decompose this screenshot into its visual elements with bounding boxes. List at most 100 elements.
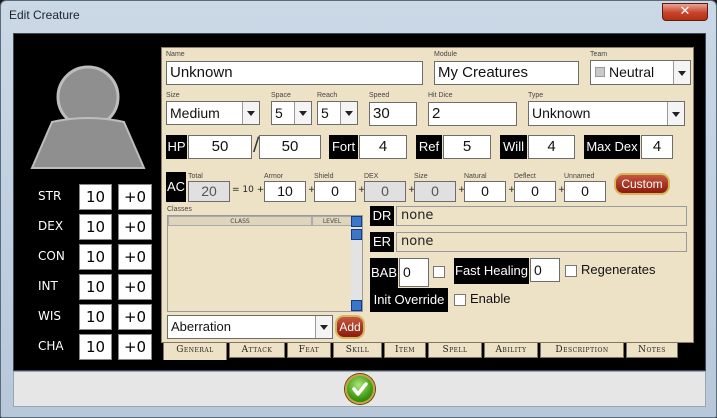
chevron-down-icon xyxy=(340,102,357,124)
size-ac-label: Size xyxy=(414,173,428,180)
deflect-label: Deflect xyxy=(514,173,536,180)
stat-row-str: STR 10 +0 xyxy=(28,184,154,210)
close-button[interactable]: ✕ xyxy=(662,3,708,21)
cha-value-field[interactable]: 10 xyxy=(79,334,112,360)
reach-select[interactable]: 5 xyxy=(317,101,358,125)
space-select[interactable]: 5 xyxy=(271,101,312,125)
name-label: Name xyxy=(166,51,185,58)
str-modifier: +0 xyxy=(118,184,152,210)
natural-input[interactable]: 0 xyxy=(464,181,506,202)
stat-name: INT xyxy=(38,279,58,293)
stat-row-cha: CHA 10 +0 xyxy=(28,334,154,360)
chevron-down-icon xyxy=(667,102,684,125)
er-value[interactable]: none xyxy=(396,232,687,252)
stat-row-dex: DEX 10 +0 xyxy=(28,214,154,240)
tab-skill[interactable]: Skill xyxy=(333,342,382,358)
unnamed-label: Unnamed xyxy=(564,173,595,180)
str-value-field[interactable]: 10 xyxy=(79,184,112,210)
ac-total-value: 20 xyxy=(188,181,230,202)
bab-label: BAB xyxy=(370,258,398,288)
space-label: Space xyxy=(271,92,291,99)
type-select[interactable]: Unknown xyxy=(528,101,685,126)
con-modifier: +0 xyxy=(118,244,152,270)
fort-input[interactable]: 4 xyxy=(359,135,407,159)
classes-scrollbar[interactable] xyxy=(351,216,362,311)
reach-label: Reach xyxy=(317,92,338,99)
close-icon: ✕ xyxy=(679,4,691,19)
edit-creature-window: Edit Creature ✕ STR 10 +0 DEX 10 +0 CON … xyxy=(0,0,717,418)
custom-ac-button[interactable]: Custom xyxy=(614,173,670,195)
will-input[interactable]: 4 xyxy=(528,135,575,159)
ok-button[interactable] xyxy=(345,374,375,404)
tab-item[interactable]: Item xyxy=(384,342,426,358)
cha-modifier: +0 xyxy=(118,334,152,360)
hitdice-input[interactable]: 2 xyxy=(428,102,517,126)
class-column-header[interactable]: CLASS xyxy=(168,216,312,226)
con-value-field[interactable]: 10 xyxy=(79,244,112,270)
size-select[interactable]: Medium xyxy=(166,101,260,125)
armor-input[interactable]: 10 xyxy=(264,181,306,202)
dr-value[interactable]: none xyxy=(396,206,687,226)
int-value-field[interactable]: 10 xyxy=(79,274,112,300)
name-input[interactable]: Unknown xyxy=(166,61,423,85)
team-color-swatch xyxy=(595,67,605,77)
enable-label: Enable xyxy=(470,291,511,306)
stat-row-con: CON 10 +0 xyxy=(28,244,154,270)
scroll-up-icon[interactable] xyxy=(351,216,362,227)
tab-bar: General Attack Feat Skill Item Spell Abi… xyxy=(163,342,703,360)
unnamed-input[interactable]: 0 xyxy=(564,181,606,202)
team-select[interactable]: Neutral xyxy=(590,60,691,85)
tab-general[interactable]: General xyxy=(163,342,227,360)
wis-value-field[interactable]: 10 xyxy=(79,304,112,330)
size-label: Size xyxy=(166,92,180,99)
add-class-button[interactable]: Add xyxy=(335,315,365,339)
module-input[interactable]: My Creatures xyxy=(434,61,579,85)
title-bar[interactable]: Edit Creature ✕ xyxy=(1,1,716,31)
tab-attack[interactable]: Attack xyxy=(229,342,285,358)
type-label: Type xyxy=(528,92,544,99)
module-label: Module xyxy=(434,51,457,58)
regenerates-checkbox[interactable] xyxy=(565,265,577,277)
dex-modifier: +0 xyxy=(118,214,152,240)
fast-healing-input[interactable]: 0 xyxy=(530,258,560,282)
hp-current-input[interactable]: 50 xyxy=(188,135,252,159)
tab-notes[interactable]: Notes xyxy=(626,342,678,358)
hp-label: HP xyxy=(166,135,187,159)
ref-label: Ref xyxy=(416,135,442,159)
stat-row-int: INT 10 +0 xyxy=(28,274,154,300)
bab-checkbox[interactable] xyxy=(433,266,445,278)
type-value: Unknown xyxy=(532,105,591,121)
classes-list[interactable]: CLASS LEVEL xyxy=(167,215,363,312)
dialog-footer xyxy=(13,371,706,407)
bab-input[interactable]: 0 xyxy=(399,258,429,287)
tab-description[interactable]: Description xyxy=(540,342,624,358)
speed-input[interactable]: 30 xyxy=(369,102,417,126)
general-panel: Name Unknown Module My Creatures Team Ne… xyxy=(161,47,694,343)
reach-value: 5 xyxy=(321,105,329,121)
team-label: Team xyxy=(590,51,608,58)
class-select[interactable]: Aberration xyxy=(167,315,333,339)
enable-checkbox[interactable] xyxy=(454,294,466,306)
tab-feat[interactable]: Feat xyxy=(287,342,331,358)
init-override-label: Init Override xyxy=(370,288,448,312)
shield-label: Shield xyxy=(314,173,334,180)
dex-value-field[interactable]: 10 xyxy=(79,214,112,240)
level-column-header[interactable]: LEVEL xyxy=(312,216,352,226)
deflect-input[interactable]: 0 xyxy=(514,181,556,202)
chevron-down-icon xyxy=(242,102,259,124)
maxdex-input[interactable]: 4 xyxy=(641,135,673,159)
chevron-down-icon xyxy=(315,316,332,338)
hp-max-input[interactable]: 50 xyxy=(259,135,321,159)
creature-portrait[interactable] xyxy=(28,50,148,174)
tab-ability[interactable]: Ability xyxy=(484,342,538,358)
scroll-down-icon[interactable] xyxy=(351,300,362,311)
team-value: Neutral xyxy=(609,64,655,80)
scroll-up-icon[interactable] xyxy=(351,229,362,240)
stat-name: DEX xyxy=(38,219,64,233)
shield-input[interactable]: 0 xyxy=(314,181,356,202)
speed-label: Speed xyxy=(369,92,390,99)
hitdice-label: Hit Dice xyxy=(428,92,453,99)
ref-input[interactable]: 5 xyxy=(443,135,491,159)
regenerates-label: Regenerates xyxy=(581,262,656,277)
tab-spell[interactable]: Spell xyxy=(428,342,482,358)
